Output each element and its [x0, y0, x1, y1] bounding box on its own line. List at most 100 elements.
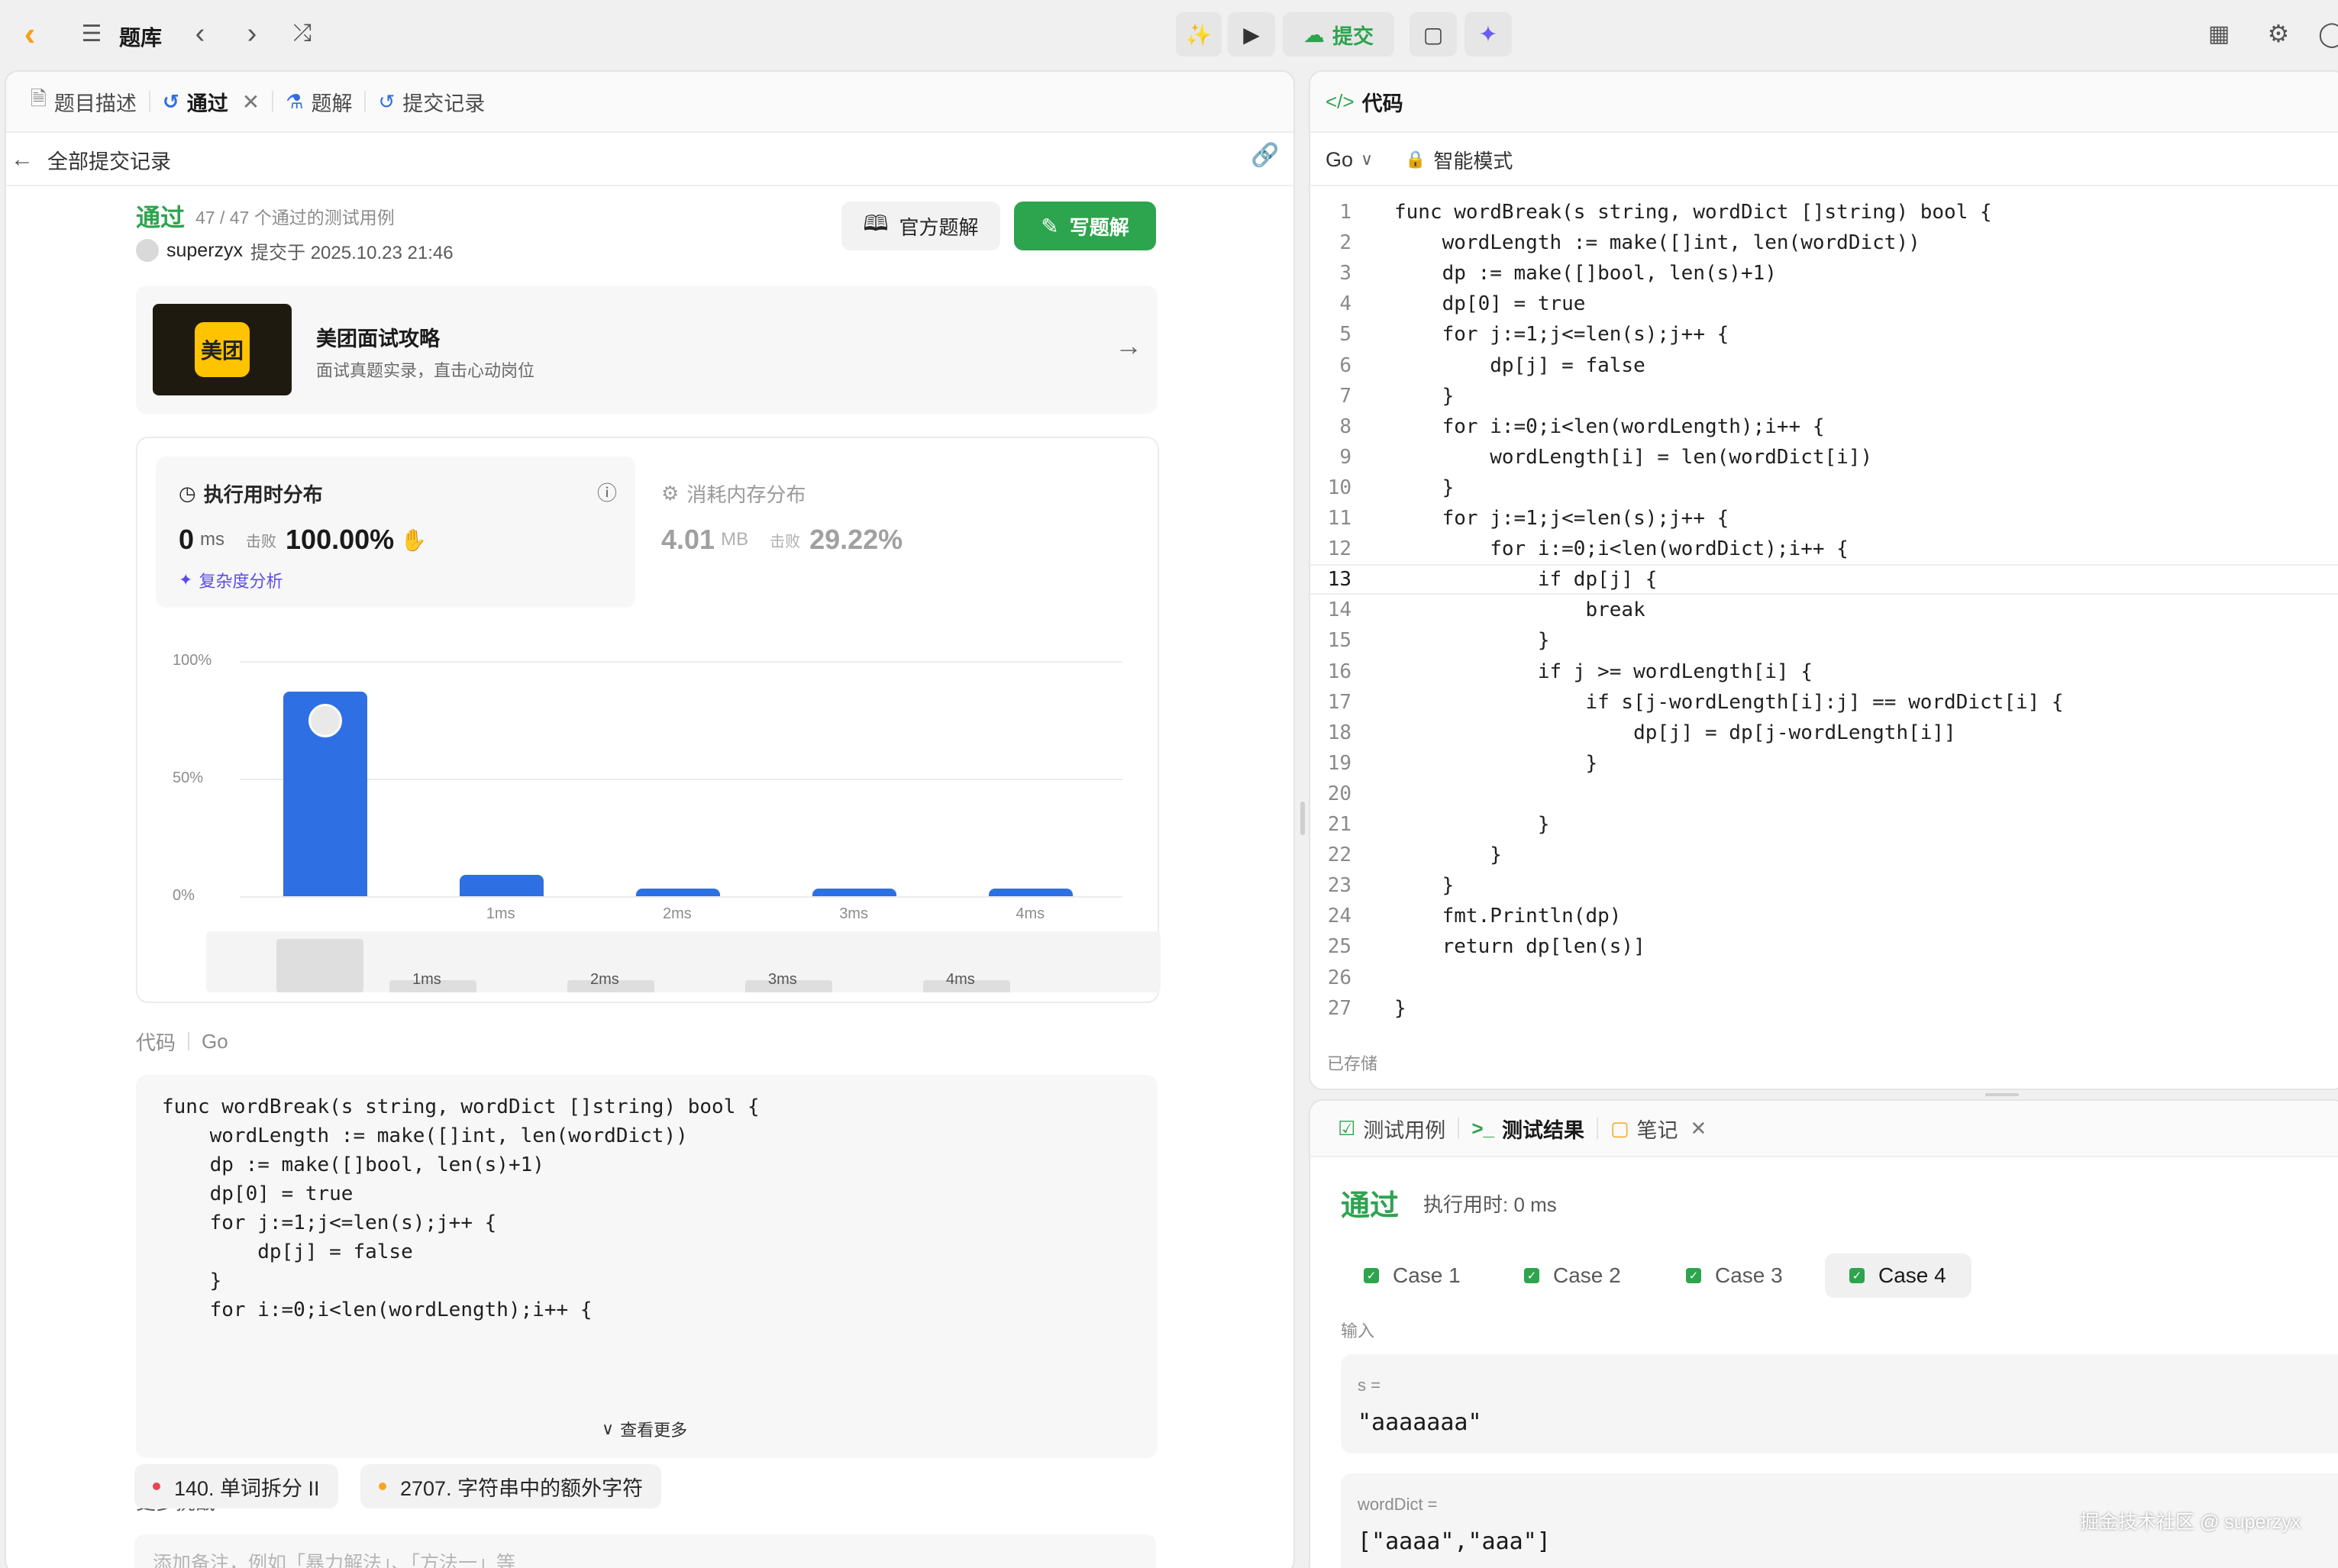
tab-test-result[interactable]: >_ 测试结果 — [1459, 1101, 1597, 1157]
tab-submissions[interactable]: ↺ 提交记录 — [366, 72, 497, 132]
official-solution-button[interactable]: 🕮 官方题解 — [841, 202, 1000, 250]
case-tab-3[interactable]: ✓ Case 3 — [1671, 1253, 1808, 1298]
editor-line[interactable]: 20 — [1310, 779, 2338, 809]
note-button[interactable]: ▢ — [1410, 12, 1457, 56]
challenge-chip[interactable]: 2707. 字符串中的额外字符 — [360, 1464, 662, 1508]
line-number: 27 — [1327, 996, 1351, 1020]
editor-line[interactable]: 3 dp := make([]bool, len(s)+1) — [1310, 258, 2338, 289]
panel-resize-handle-horizontal[interactable] — [1985, 1093, 2019, 1096]
avatar-icon[interactable]: ◯ — [2318, 17, 2338, 50]
leetcode-logo-icon[interactable]: ‹ — [11, 15, 49, 53]
memory-value-row: 4.01 MB 击败 29.22% — [661, 521, 903, 559]
case-tab-2[interactable]: ✓ Case 2 — [1509, 1253, 1646, 1298]
editor-line[interactable]: 1 func wordBreak(s string, wordDict []str… — [1310, 197, 2338, 227]
editor-line[interactable]: 21 } — [1310, 809, 2338, 840]
editor-line[interactable]: 27} — [1310, 993, 2338, 1024]
editor-line[interactable]: 6 dp[j] = false — [1310, 350, 2338, 381]
list-icon[interactable]: ☰ — [76, 18, 107, 49]
layout-grid-icon[interactable]: ▦ — [2202, 17, 2236, 50]
runtime-distribution-chart[interactable]: 100% 50% 0% 1ms 2ms 3ms 4ms 1ms 2ms 3ms 4ms — [137, 621, 1161, 992]
panel-resize-handle[interactable] — [1300, 802, 1305, 835]
code-line: for i:=0;i<len(wordLength);i++ { — [162, 1299, 593, 1321]
editor-line[interactable]: 18 dp[j] = dp[j-wordLength[i]] — [1310, 718, 2338, 748]
editor-line[interactable]: 5 for j:=1;j<=len(s);j++ { — [1310, 319, 2338, 350]
editor-line[interactable]: 25 return dp[len(s)] — [1310, 931, 2338, 962]
tab-solutions[interactable]: ⚗ 题解 — [273, 72, 364, 132]
editor-line[interactable]: 22 } — [1310, 840, 2338, 870]
chart-bar[interactable] — [459, 875, 544, 896]
show-more-button[interactable]: ∨ 查看更多 — [602, 1417, 687, 1441]
editor-line[interactable]: 10 } — [1310, 473, 2338, 503]
chart-gridline — [240, 779, 1122, 780]
link-icon[interactable]: 🔗 — [1251, 142, 1279, 169]
back-to-all-submissions[interactable]: ← 全部提交记录 — [11, 134, 171, 185]
editor-line[interactable]: 12 for i:=0;i<len(wordDict);i++ { — [1310, 534, 2338, 564]
ai-assistant-button[interactable]: ✦ — [1464, 12, 1512, 56]
chart-bar[interactable] — [636, 889, 720, 896]
editor-code-area[interactable]: 1 func wordBreak(s string, wordDict []str… — [1310, 186, 2338, 1026]
run-button[interactable]: ▶ — [1228, 12, 1275, 56]
shuffle-icon[interactable]: ⤮ — [286, 17, 319, 50]
editor-line[interactable]: 23 } — [1310, 870, 2338, 901]
language-select[interactable]: Go ∨ — [1326, 134, 1373, 185]
settings-gear-icon[interactable]: ⚙ — [2262, 17, 2295, 50]
editor-line-text: dp[0] = true — [1394, 292, 1586, 316]
chart-bar[interactable] — [812, 889, 897, 896]
note-icon: ▢ — [1422, 22, 1444, 47]
editor-line[interactable]: 7 } — [1310, 381, 2338, 411]
line-number: 24 — [1327, 905, 1351, 928]
editor-line[interactable]: 14 break — [1310, 595, 2338, 625]
line-number: 17 — [1327, 690, 1351, 714]
tab-accepted[interactable]: ↺ 通过 ✕ — [150, 72, 272, 132]
write-solution-button[interactable]: ✎ 写题解 — [1014, 202, 1156, 250]
tab-description[interactable]: 🗎 题目描述 — [18, 72, 149, 132]
editor-line[interactable]: 17 if s[j-wordLength[i]:j] == wordDict[i… — [1310, 687, 2338, 718]
clock-icon: ◷ — [179, 482, 196, 505]
minimap-selection[interactable] — [276, 939, 363, 992]
editor-line[interactable]: 9 wordLength[i] = len(wordDict[i]) — [1310, 442, 2338, 473]
memory-stat-box[interactable]: ⚙ 消耗内存分布 4.01 MB 击败 29.22% — [638, 457, 1127, 608]
input-label: 输入 — [1341, 1321, 1375, 1341]
close-tab-icon[interactable]: ✕ — [242, 89, 260, 115]
next-problem-icon[interactable]: › — [237, 17, 267, 50]
info-icon[interactable]: ⓘ — [597, 478, 617, 506]
case-tab-4[interactable]: ✓ Case 4 — [1825, 1253, 1971, 1298]
note-input[interactable]: 添加备注，例如「暴力解法」、「方法一」等 — [134, 1534, 1156, 1568]
editor-line[interactable]: 26 — [1310, 963, 2338, 993]
submitted-code-block: func wordBreak(s string, wordDict []stri… — [136, 1075, 1158, 1458]
runtime-stat-box[interactable]: ◷ 执行用时分布 ⓘ 0 ms 击败 100.00% ✋ ✦ 复杂度分析 — [156, 457, 635, 608]
challenge-chip[interactable]: 140. 单词拆分 II — [134, 1464, 338, 1508]
line-number: 8 — [1339, 415, 1351, 438]
library-link[interactable]: 题库 — [119, 21, 162, 52]
bug-icon: ✨ — [1185, 22, 1213, 47]
line-number: 5 — [1339, 323, 1351, 347]
tab-testcase[interactable]: ☑ 测试用例 — [1326, 1101, 1458, 1157]
smart-mode-toggle[interactable]: 🔒 智能模式 — [1405, 134, 1513, 185]
close-tab-icon[interactable]: ✕ — [1691, 1117, 1707, 1141]
complexity-analysis-link[interactable]: ✦ 复杂度分析 — [179, 568, 283, 592]
meituan-ad-banner[interactable]: 美团 美团面试攻略 面试真题实录，直击心动岗位 → — [136, 286, 1158, 414]
performance-card: ◷ 执行用时分布 ⓘ 0 ms 击败 100.00% ✋ ✦ 复杂度分析 ⚙ 消耗内存… — [136, 437, 1161, 1003]
editor-line[interactable]: 4 dp[0] = true — [1310, 289, 2338, 319]
editor-line[interactable]: 16 if j >= wordLength[i] { — [1310, 657, 2338, 687]
editor-line[interactable]: 11 for j:=1;j<=len(s);j++ { — [1310, 503, 2338, 534]
line-number: 25 — [1327, 935, 1351, 959]
debug-button[interactable]: ✨ — [1176, 12, 1222, 56]
testcases-passed: 47 / 47 个通过的测试用例 — [195, 208, 395, 227]
editor-tab-bar: </> 代码 — [1310, 72, 2338, 133]
submit-button[interactable]: ☁ 提交 — [1283, 12, 1394, 56]
chart-bar[interactable] — [989, 889, 1074, 896]
flask-icon: ⚗ — [286, 89, 304, 113]
editor-line[interactable]: 15 } — [1310, 625, 2338, 656]
editor-line[interactable]: 8 for i:=0;i<len(wordLength);i++ { — [1310, 411, 2338, 442]
username[interactable]: superzyx — [166, 240, 243, 262]
chip-icon: ⚙ — [661, 482, 680, 505]
editor-line[interactable]: 2 wordLength := make([]int, len(wordDict… — [1310, 227, 2338, 258]
prev-problem-icon[interactable]: ‹ — [185, 17, 215, 50]
chart-range-minimap[interactable]: 1ms 2ms 3ms 4ms — [206, 931, 1161, 992]
editor-line[interactable]: 13 if dp[j] { — [1310, 564, 2338, 595]
editor-line[interactable]: 19 } — [1310, 748, 2338, 779]
editor-line[interactable]: 24 fmt.Println(dp) — [1310, 901, 2338, 931]
tab-notes[interactable]: ▢ 笔记 ✕ — [1598, 1101, 1719, 1157]
case-tab-1[interactable]: ✓ Case 1 — [1348, 1253, 1486, 1298]
